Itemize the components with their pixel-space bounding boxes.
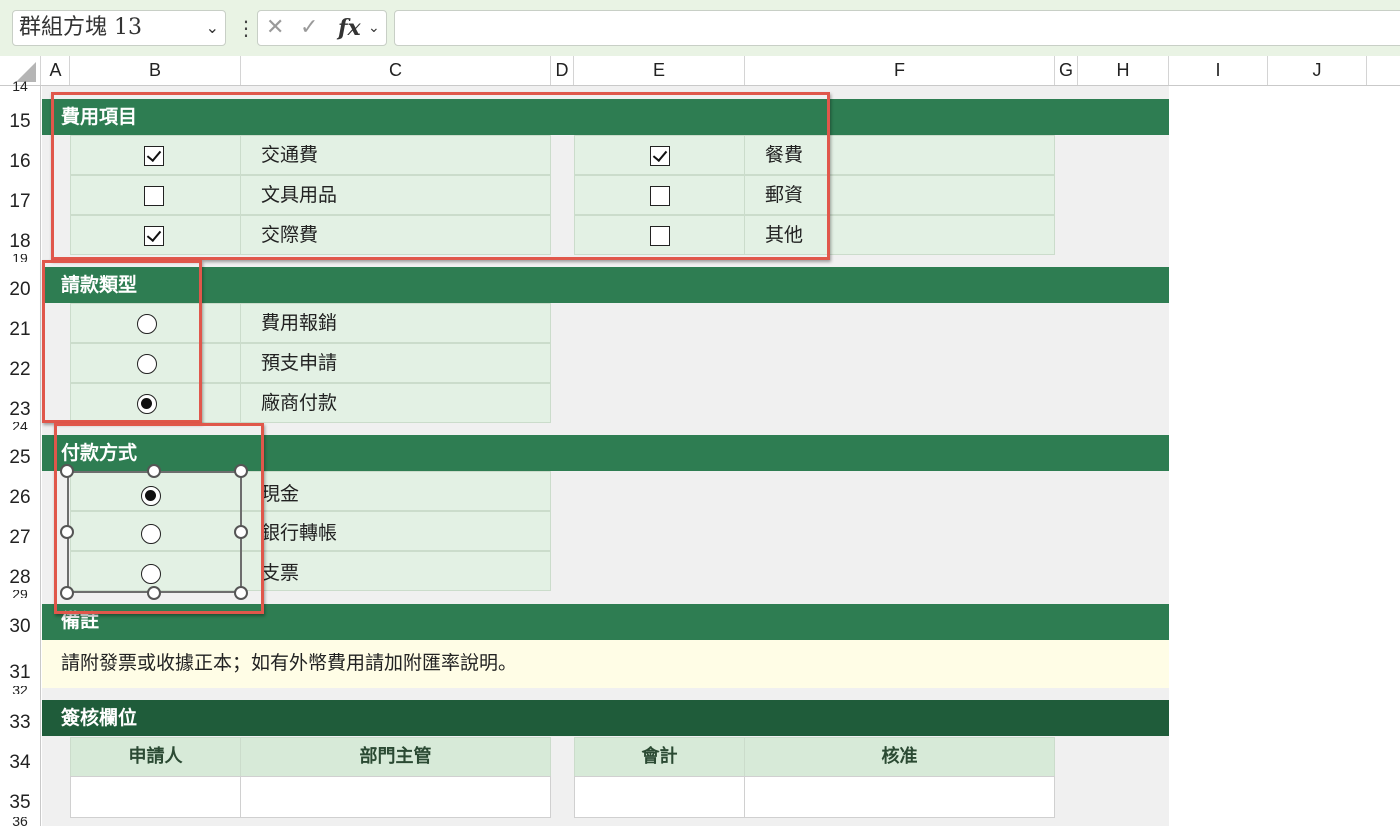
empty-cells-area[interactable] <box>1169 86 1400 826</box>
row-header[interactable]: 22 <box>0 348 40 388</box>
resize-handle[interactable] <box>60 464 74 478</box>
row-header[interactable]: 25 <box>0 436 40 476</box>
row-header[interactable]: 16 <box>0 140 40 180</box>
row-header[interactable]: 21 <box>0 308 40 348</box>
name-box-value: 群組方塊 13 <box>19 15 142 40</box>
resize-handle[interactable] <box>234 525 248 539</box>
option-label: 費用報銷 <box>240 303 551 343</box>
row-header[interactable]: 34 <box>0 741 40 781</box>
approval-header-manager: 部門主管 <box>240 737 551 777</box>
formula-input[interactable] <box>394 10 1400 46</box>
row-header[interactable]: 29 <box>0 590 40 598</box>
signature-field-manager[interactable] <box>240 776 551 818</box>
signature-field-applicant[interactable] <box>70 776 241 818</box>
resize-handle[interactable] <box>147 586 161 600</box>
resize-handle[interactable] <box>147 464 161 478</box>
row-header[interactable]: 31 <box>0 651 40 691</box>
section-title-approval: 簽核欄位 <box>42 700 1169 736</box>
row-header[interactable]: 27 <box>0 516 40 556</box>
row-header[interactable]: 19 <box>0 254 40 262</box>
row-header[interactable]: 32 <box>0 686 40 694</box>
column-header-i[interactable]: I <box>1169 56 1268 85</box>
approval-header-accounting: 會計 <box>574 737 745 777</box>
chevron-down-icon[interactable]: ⌄ <box>206 11 219 45</box>
row-header[interactable]: 30 <box>0 605 40 645</box>
row-header[interactable]: 15 <box>0 100 40 140</box>
highlight-box-expense-items <box>51 92 830 260</box>
highlight-box-request-type <box>42 260 202 423</box>
resize-handle[interactable] <box>60 586 74 600</box>
row-header[interactable]: 20 <box>0 268 40 308</box>
column-header-f[interactable]: F <box>745 56 1055 85</box>
row-header-bar: 14 15 16 17 18 19 20 21 22 23 24 25 26 2… <box>0 80 41 826</box>
row-header[interactable]: 26 <box>0 476 40 516</box>
column-header-b[interactable]: B <box>70 56 241 85</box>
option-label: 現金 <box>240 471 551 511</box>
row-header[interactable]: 14 <box>0 80 40 92</box>
column-header-c[interactable]: C <box>241 56 551 85</box>
approval-header-approval: 核准 <box>744 737 1055 777</box>
column-header-a[interactable]: A <box>42 56 70 85</box>
resize-handle[interactable] <box>234 586 248 600</box>
row-header[interactable]: 33 <box>0 701 40 741</box>
column-header-j[interactable]: J <box>1268 56 1367 85</box>
option-label: 廠商付款 <box>240 383 551 423</box>
column-header-g[interactable]: G <box>1055 56 1078 85</box>
column-header-bar: A B C D E F G H I J <box>0 56 1400 86</box>
resize-handle[interactable] <box>60 525 74 539</box>
resize-handle[interactable] <box>234 464 248 478</box>
insert-function-button[interactable]: fx <box>338 11 361 45</box>
column-header-e[interactable]: E <box>574 56 745 85</box>
formula-bar: 群組方塊 13 ⌄ ⋮ ✕ ✓ fx ⌄ <box>0 0 1400 56</box>
signature-field-accounting[interactable] <box>574 776 745 818</box>
row-header[interactable]: 17 <box>0 180 40 220</box>
enter-icon[interactable]: ✓ <box>300 11 318 45</box>
approval-header-applicant: 申請人 <box>70 737 241 777</box>
signature-field-approval[interactable] <box>744 776 1055 818</box>
cancel-icon[interactable]: ✕ <box>266 11 284 45</box>
section-title-request-type: 請款類型 <box>42 267 1169 303</box>
row-header[interactable]: 36 <box>0 817 40 826</box>
more-options-icon[interactable]: ⋮ <box>236 10 256 46</box>
option-label: 預支申請 <box>240 343 551 383</box>
chevron-down-icon[interactable]: ⌄ <box>368 11 380 45</box>
column-header-d[interactable]: D <box>551 56 574 85</box>
remarks-text[interactable]: 請附發票或收據正本；如有外幣費用請加附匯率說明。 <box>42 640 1169 688</box>
formula-buttons: ✕ ✓ fx ⌄ <box>257 10 387 46</box>
column-header-h[interactable]: H <box>1078 56 1169 85</box>
select-all-icon <box>16 62 36 82</box>
option-label: 銀行轉帳 <box>240 511 551 551</box>
row-header[interactable]: 35 <box>0 781 40 821</box>
name-box[interactable]: 群組方塊 13 ⌄ <box>12 10 226 46</box>
row-header[interactable]: 24 <box>0 422 40 430</box>
option-label: 支票 <box>240 551 551 591</box>
group-box-selection[interactable] <box>67 471 242 593</box>
